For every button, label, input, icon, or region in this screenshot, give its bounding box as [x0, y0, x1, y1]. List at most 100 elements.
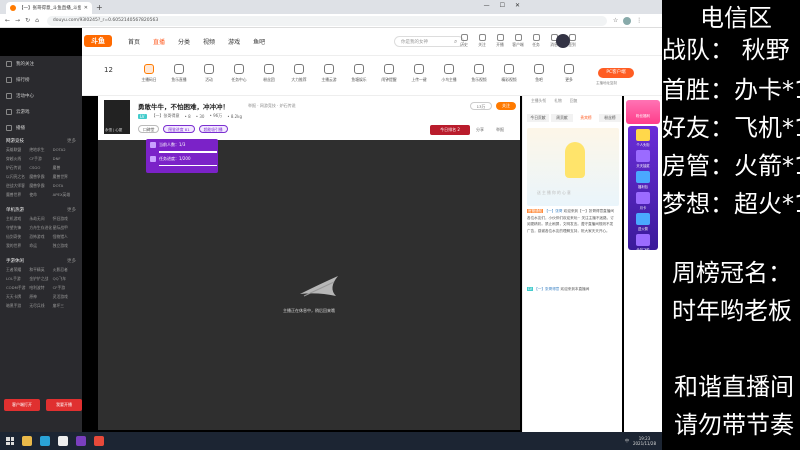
browser-tab[interactable]: 【一】张哥得意_斗鱼直播_斗鱼 ✕ — [6, 2, 92, 14]
sidebar-category-link[interactable]: 魔兽争霸 — [29, 183, 52, 189]
sidebar-category-link[interactable]: CODM手游 — [6, 285, 29, 291]
sidebar-item-cloud-game[interactable]: 云游戏 — [0, 104, 82, 120]
category-item[interactable]: 鱼乐视频 — [464, 64, 494, 83]
sidebar-category-link[interactable]: 永劫无间 — [29, 216, 52, 222]
section-more-link[interactable]: 更多 — [67, 207, 76, 213]
chat-top-link[interactable]: 回复 — [570, 98, 578, 104]
room-meta[interactable]: 举报 · 网游竞技 · 炉石传说 — [248, 103, 296, 109]
back-button[interactable]: ← — [5, 17, 10, 24]
category-item[interactable]: 鱼吧 — [524, 64, 554, 83]
app-icon[interactable] — [76, 436, 86, 446]
gift-item[interactable]: 福利包 — [630, 171, 656, 189]
tab-vip[interactable]: 贵宾榜 — [575, 114, 597, 122]
minimize-button[interactable]: — — [484, 2, 490, 9]
language-indicator[interactable]: 中 — [625, 438, 629, 444]
open-client-button[interactable]: 客户端打开 — [4, 399, 40, 411]
user-avatar[interactable] — [556, 34, 570, 48]
gift-item[interactable]: 送火箭 — [630, 213, 656, 231]
category-item[interactable]: 更多 — [554, 64, 584, 83]
tab-today[interactable]: 今日贡献 — [527, 114, 549, 122]
sidebar-item-bobo[interactable]: 播播 — [0, 120, 82, 136]
sidebar-category-link[interactable]: APEX英雄 — [53, 192, 76, 198]
windows-start-icon[interactable] — [6, 437, 14, 445]
follow-button[interactable]: 关注 — [476, 34, 488, 48]
sidebar-item-follow[interactable]: 我的关注 — [0, 56, 82, 72]
chat-top-link[interactable]: 礼物 — [554, 98, 562, 104]
video-player[interactable]: 主播正在休息中，稍后回来哦 — [98, 140, 520, 430]
maximize-button[interactable]: ☐ — [500, 2, 505, 9]
gift-item[interactable]: 全站飞船 — [630, 234, 656, 252]
sidebar-category-link[interactable]: 灵活游戏 — [53, 294, 76, 300]
category-item[interactable]: 鱼塘娱乐 — [344, 64, 374, 83]
sidebar-item-rank[interactable]: 排行榜 — [0, 72, 82, 88]
category-item[interactable]: 活动 — [194, 64, 224, 83]
room-tag[interactable]: 超能吸引播 — [198, 125, 228, 133]
follow-button[interactable]: 关注 — [496, 102, 516, 110]
sidebar-category-link[interactable]: 英雄联盟 — [6, 147, 29, 153]
sidebar-category-link[interactable]: 王者荣耀 — [6, 267, 29, 273]
reload-button[interactable]: ↻ — [25, 17, 30, 24]
sidebar-category-link[interactable]: 命运 — [29, 243, 52, 249]
sidebar-category-link[interactable]: 魔兽 — [53, 165, 76, 171]
sidebar-category-link[interactable]: 崩坏三 — [53, 303, 76, 309]
sidebar-category-link[interactable]: 星际战甲 — [53, 225, 76, 231]
sidebar-category-link[interactable]: 魔兽世界 — [53, 174, 76, 180]
sidebar-category-link[interactable]: 主机游戏 — [6, 216, 29, 222]
browser-menu-icon[interactable]: ⋮ — [636, 17, 642, 24]
category-item[interactable]: 上传一键 — [404, 64, 434, 83]
sidebar-category-link[interactable]: 金铲铲之战 — [29, 276, 52, 282]
sidebar-category-link[interactable]: 天天卡牌 — [6, 294, 29, 300]
category-item[interactable]: 小鸟主播 — [434, 64, 464, 83]
streamer-avatar[interactable]: 永恒 | 心愿 — [104, 100, 130, 134]
section-more-link[interactable]: 更多 — [67, 258, 76, 264]
gift-item[interactable]: 天天抽奖 — [630, 150, 656, 168]
nav-category[interactable]: 分类 — [178, 37, 190, 46]
app-icon[interactable] — [40, 436, 50, 446]
sidebar-category-link[interactable]: CF手游 — [53, 285, 76, 291]
chrome-icon[interactable] — [94, 436, 104, 446]
chat-top-link[interactable]: 主播头衔 — [531, 98, 546, 104]
nav-home[interactable]: 首页 — [128, 37, 140, 46]
category-item[interactable]: 粉丝团 — [254, 64, 284, 83]
sidebar-category-link[interactable]: 魔兽世界 — [6, 192, 29, 198]
sidebar-category-link[interactable]: CF手游 — [29, 156, 52, 162]
sidebar-category-link[interactable]: 怀旧游戏 — [53, 216, 76, 222]
sidebar-category-link[interactable]: 以闪亮之名 — [6, 174, 29, 180]
close-window-button[interactable]: ✕ — [515, 2, 520, 9]
category-item[interactable]: 主播云游 — [314, 64, 344, 83]
bookmark-star-icon[interactable]: ☆ — [613, 17, 618, 24]
sidebar-category-link[interactable]: 使命 — [29, 192, 52, 198]
folder-icon[interactable] — [22, 436, 32, 446]
tab-week[interactable]: 周贡献 — [551, 114, 573, 122]
new-tab-button[interactable]: + — [96, 3, 103, 12]
site-logo[interactable]: 斗鱼 — [84, 35, 112, 47]
sidebar-category-link[interactable]: 和平精英 — [29, 267, 52, 273]
sidebar-category-link[interactable]: LOL手游 — [6, 276, 29, 282]
search-icon[interactable]: ⌕ — [454, 38, 457, 46]
gift-banner[interactable]: 送 主 播 你 的 心 意 — [527, 128, 619, 206]
profile-avatar[interactable] — [623, 16, 632, 25]
sidebar-category-link[interactable]: 恐怖游戏 — [29, 234, 52, 240]
nav-video[interactable]: 视频 — [203, 37, 215, 46]
sidebar-category-link[interactable]: 炉石传说 — [6, 165, 29, 171]
fan-benefit-button[interactable]: 粉丝福利 — [626, 100, 660, 124]
clock[interactable]: 19:23 2021/11/28 — [633, 436, 656, 446]
home-button[interactable]: ⌂ — [35, 17, 39, 24]
url-field[interactable]: douyu.com/93l0245?_r=0.6052140567820563 — [46, 15, 607, 26]
gift-item[interactable]: 个人头衔 — [630, 129, 656, 147]
category-item[interactable]: 闹钟提醒 — [374, 64, 404, 83]
client-button[interactable]: 客户端 — [512, 34, 524, 48]
sidebar-category-link[interactable]: QQ飞车 — [53, 276, 76, 282]
rank-button[interactable]: 今日排名 2 — [430, 125, 470, 135]
sidebar-category-link[interactable]: 独立游戏 — [53, 243, 76, 249]
share-button[interactable]: 分享 — [476, 127, 484, 133]
section-more-link[interactable]: 更多 — [67, 138, 76, 144]
category-item[interactable]: 主播码日 — [134, 64, 164, 83]
room-tag[interactable]: 图鉴进度 81 — [163, 125, 195, 133]
sidebar-category-link[interactable]: 怪物猎人 — [53, 234, 76, 240]
forward-button[interactable]: → — [15, 17, 20, 24]
sidebar-category-link[interactable]: 魔兽争霸 — [29, 174, 52, 180]
sidebar-category-link[interactable]: 我的世界 — [6, 243, 29, 249]
category-item[interactable]: 大力推荐 — [284, 64, 314, 83]
sidebar-item-events[interactable]: 活动中心 — [0, 88, 82, 104]
